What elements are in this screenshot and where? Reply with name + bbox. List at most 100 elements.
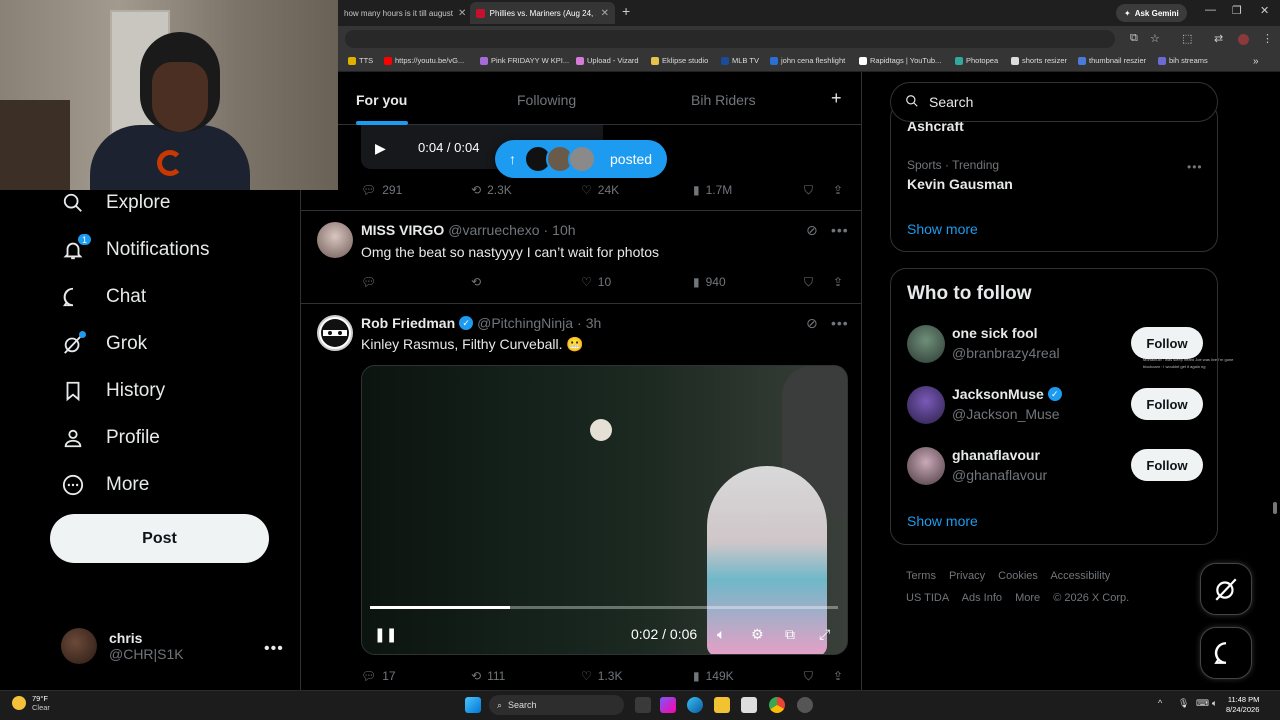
bookmark-item[interactable]: https://youtu.be/vG... xyxy=(384,56,464,65)
author-handle[interactable]: @varruechexo xyxy=(448,222,539,238)
bookmark-item[interactable]: TTS xyxy=(348,56,373,65)
reply-button[interactable]: 💬︎ xyxy=(361,275,382,289)
bookmark-item[interactable]: thumbnail reszier xyxy=(1078,56,1146,65)
bookmark-item[interactable]: bih streams xyxy=(1158,56,1208,65)
bookmark-item[interactable]: Eklipse studio xyxy=(651,56,708,65)
bookmark-item[interactable]: MLB TV xyxy=(721,56,759,65)
close-icon[interactable]: ✕ xyxy=(601,8,609,19)
repost-button[interactable]: ⟲ 111 xyxy=(471,669,505,683)
tab-for-you[interactable]: For you xyxy=(356,92,407,108)
star-icon[interactable]: ☆ xyxy=(1150,32,1160,45)
grok-icon[interactable]: ⊘ xyxy=(806,315,818,332)
video-progress-bar[interactable] xyxy=(370,606,838,609)
file-explorer-icon[interactable] xyxy=(714,697,730,713)
like-button[interactable]: ♡ 1.3K xyxy=(581,669,622,683)
browser-tab-active[interactable]: Phillies vs. Mariners (Aug 24, 20 ✕ xyxy=(470,2,615,24)
scrollbar-thumb[interactable] xyxy=(1273,502,1277,514)
nav-item-chat[interactable]: Chat xyxy=(60,284,146,310)
reply-button[interactable]: 💬︎ 291 xyxy=(361,183,402,197)
network-icon[interactable]: ⌨ xyxy=(1196,698,1209,709)
footer-link[interactable]: Ads Info xyxy=(962,592,1002,604)
author-name[interactable]: MISS VIRGO xyxy=(361,222,444,238)
show-more-link[interactable]: Show more xyxy=(907,513,978,529)
bookmark-item[interactable]: Upload - Vizard xyxy=(576,56,639,65)
chrome-icon[interactable] xyxy=(769,697,785,713)
settings-gear-icon[interactable]: ⚙ xyxy=(751,626,764,643)
bookmark-item[interactable]: john cena fleshlight xyxy=(770,56,845,65)
views-button[interactable]: ▮ 149K xyxy=(693,669,734,683)
author-handle[interactable]: @PitchingNinja xyxy=(477,315,573,331)
show-more-link[interactable]: Show more xyxy=(907,221,978,237)
author-name[interactable]: Rob Friedman xyxy=(361,315,455,331)
trend-name[interactable]: Kevin Gausman xyxy=(907,176,1013,192)
bookmark-item[interactable]: Pink FRIDAYY W KPI... xyxy=(480,56,569,65)
account-switcher[interactable]: chris @CHR|S1K xyxy=(61,628,184,664)
reply-button[interactable]: 💬︎ 17 xyxy=(361,669,396,683)
browser-tab[interactable]: how many hours is it till august ✕ xyxy=(338,2,472,24)
extensions-icon[interactable]: ⬚ xyxy=(1182,32,1192,45)
bookmarks-overflow-icon[interactable]: » xyxy=(1253,56,1259,67)
ask-gemini-button[interactable]: ✦ Ask Gemini xyxy=(1116,4,1187,22)
more-horizontal-icon[interactable]: ••• xyxy=(831,315,849,331)
cast-icon[interactable]: ⧉ xyxy=(1130,32,1138,45)
system-clock[interactable]: 11:48 PM 8/24/2026 xyxy=(1226,695,1259,715)
follow-button[interactable]: Follow xyxy=(1131,449,1203,481)
views-button[interactable]: ▮ 1.7M xyxy=(693,183,732,197)
omnibox[interactable] xyxy=(345,30,1115,48)
footer-link[interactable]: Privacy xyxy=(949,570,985,582)
like-button[interactable]: ♡ 24K xyxy=(581,183,619,197)
task-view-icon[interactable] xyxy=(635,697,651,713)
post-time[interactable]: 10h xyxy=(552,222,575,238)
weather-widget[interactable]: 79°F Clear xyxy=(12,694,50,712)
search-input[interactable]: Search xyxy=(890,82,1218,122)
settings-gear-icon[interactable] xyxy=(797,697,813,713)
nav-item-history[interactable]: History xyxy=(60,378,165,404)
bookmark-button[interactable]: ⛉ xyxy=(804,669,813,684)
taskbar-search[interactable]: ⌕ Search xyxy=(489,695,624,715)
grok-icon[interactable]: ⊘ xyxy=(806,222,818,239)
post-time[interactable]: 3h xyxy=(586,315,602,331)
profile-switch-icon[interactable]: ⇄ xyxy=(1214,32,1223,45)
nav-item-explore[interactable]: Explore xyxy=(60,190,170,216)
footer-link[interactable]: More xyxy=(1015,592,1040,604)
follow-button[interactable]: Follow xyxy=(1131,327,1203,359)
play-icon[interactable]: ▶ xyxy=(375,140,386,157)
footer-link[interactable]: Accessibility xyxy=(1050,570,1110,582)
share-button[interactable]: ⇪ xyxy=(833,183,843,197)
follow-suggestion[interactable]: JacksonMuse ✓ @Jackson_Muse Follow xyxy=(907,386,1203,426)
picture-in-picture-icon[interactable]: ⧉ xyxy=(785,626,795,643)
bookmark-item[interactable]: shorts resizer xyxy=(1011,56,1067,65)
microphone-icon[interactable]: 🎙︎ xyxy=(1178,698,1189,709)
post-button[interactable]: Post xyxy=(50,514,269,563)
more-horizontal-icon[interactable]: ••• xyxy=(831,222,849,238)
footer-link[interactable]: Cookies xyxy=(998,570,1038,582)
nav-item-grok[interactable]: Grok xyxy=(60,331,147,357)
maximize-icon[interactable]: ❐ xyxy=(1232,4,1242,17)
new-tab-button[interactable]: + xyxy=(622,3,630,19)
follow-button[interactable]: Follow xyxy=(1131,388,1203,420)
share-button[interactable]: ⇪ xyxy=(833,669,843,683)
close-window-icon[interactable]: ✕ xyxy=(1260,4,1269,17)
nav-item-more[interactable]: More xyxy=(60,472,149,498)
repost-button[interactable]: ⟲ 2.3K xyxy=(471,183,512,197)
messages-fab-button[interactable] xyxy=(1200,627,1252,679)
bookmark-item[interactable]: Photopea xyxy=(955,56,998,65)
bookmark-item[interactable]: Rapidtags | YouTub... xyxy=(859,56,941,65)
grok-fab-button[interactable] xyxy=(1200,563,1252,615)
minimize-icon[interactable]: — xyxy=(1205,4,1216,16)
profile-avatar-icon[interactable] xyxy=(1238,34,1249,45)
like-button[interactable]: ♡ 10 xyxy=(581,275,611,289)
more-horizontal-icon[interactable]: ••• xyxy=(264,640,284,658)
more-horizontal-icon[interactable]: ••• xyxy=(1187,160,1203,174)
add-tab-icon[interactable]: + xyxy=(831,88,842,109)
volume-icon[interactable]: 🔈︎ xyxy=(1212,698,1217,709)
nav-item-profile[interactable]: Profile xyxy=(60,425,160,451)
tab-bih-riders[interactable]: Bih Riders xyxy=(691,92,756,108)
footer-link[interactable]: Terms xyxy=(906,570,936,582)
follow-suggestion[interactable]: ghanaflavour @ghanaflavour Follow xyxy=(907,447,1203,487)
bookmark-button[interactable]: ⛉ xyxy=(804,275,813,290)
microsoft-store-icon[interactable] xyxy=(741,697,757,713)
video-player[interactable]: ❚❚ 0:02 / 0:06 🔈︎ ⚙ ⧉ ⤢ xyxy=(361,365,848,655)
windows-start-icon[interactable] xyxy=(465,697,481,713)
share-button[interactable]: ⇪ xyxy=(833,275,843,289)
